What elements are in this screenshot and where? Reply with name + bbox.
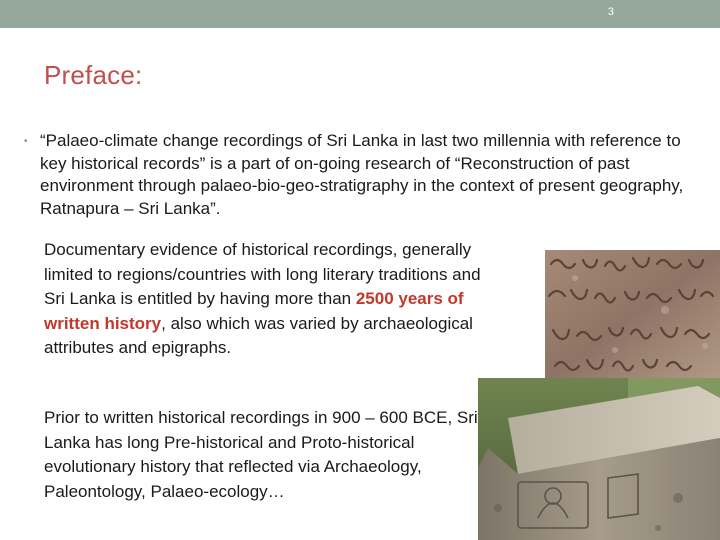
slide-number: 3 [607,6,614,18]
stone-slab-photo [478,378,720,540]
paragraph-prehistory: Prior to written historical recordings i… [44,408,478,501]
bullet-text: “Palaeo-climate change recordings of Sri… [40,131,684,218]
inscription-photo [545,250,720,382]
paragraph-documentary-evidence: Documentary evidence of historical recor… [44,238,494,361]
slide-title: Preface: [44,60,143,90]
bullet-symbol: • [24,136,28,147]
top-bar: 3 [0,0,720,28]
bullet-item: • “Palaeo-climate change recordings of S… [24,130,704,220]
